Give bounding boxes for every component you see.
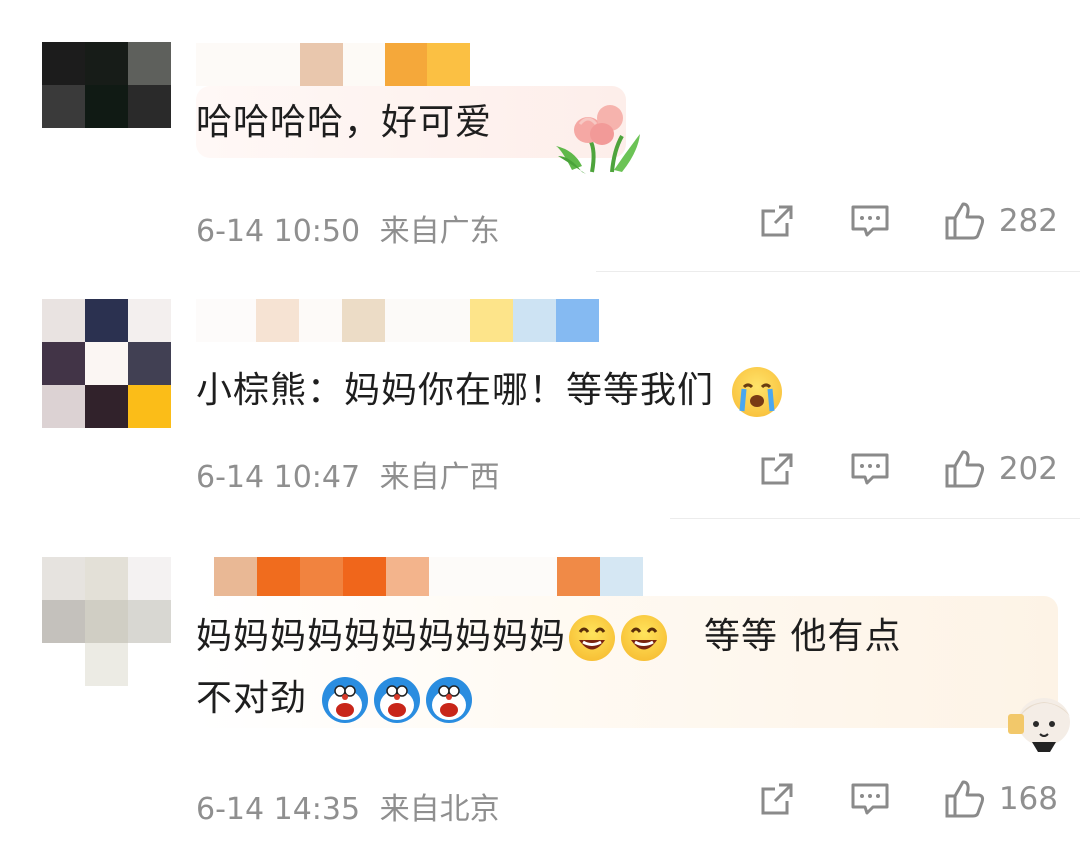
- comment-location: 来自广东: [379, 214, 500, 249]
- comment-icon[interactable]: [849, 779, 891, 819]
- comment-text: 哈哈哈哈，好可爱: [196, 102, 493, 143]
- comment-actions: 168: [757, 778, 1058, 820]
- avatar[interactable]: [42, 299, 171, 428]
- comment-meta: 6-14 10:47 来自广西: [196, 452, 500, 496]
- comment-meta: 6-14 10:50 来自广东: [196, 206, 500, 250]
- repost-icon[interactable]: [757, 779, 797, 819]
- doraemon-icon: [426, 677, 473, 723]
- comment-date: 6-14 10:47: [196, 460, 361, 495]
- comment-date: 6-14 10:50: [196, 214, 361, 249]
- comment-date: 6-14 14:35: [196, 792, 361, 827]
- repost-icon[interactable]: [757, 201, 797, 241]
- divider: [670, 518, 1080, 519]
- username-redacted[interactable]: [196, 43, 470, 86]
- doraemon-icon: [322, 677, 369, 723]
- username-redacted[interactable]: [196, 299, 599, 342]
- thumbs-up-icon[interactable]: [943, 448, 987, 490]
- thumbs-up-icon[interactable]: [943, 778, 987, 820]
- comment-text-tail: 等等 他有点: [704, 616, 902, 657]
- grinning-face-icon: [621, 615, 668, 661]
- comment-text-line-2: 不对劲: [196, 668, 475, 730]
- comment-meta: 6-14 14:35 来自北京: [196, 784, 500, 828]
- thumbs-up-icon[interactable]: [943, 200, 987, 242]
- like-count: 168: [998, 781, 1058, 817]
- like-count: 202: [998, 451, 1058, 487]
- comment-item-3: 妈妈妈妈妈妈妈妈妈妈 等等 他有点 不对劲 6-14 14:35 来自北京 16…: [0, 520, 1080, 847]
- grinning-face-icon: [569, 615, 616, 661]
- comment-actions: 282: [757, 200, 1058, 242]
- comment-item-2: 小棕熊：妈妈你在哪！等等我们 6-14 10:47 来自广西 202: [0, 272, 1080, 520]
- comment-text-content: 小棕熊：妈妈你在哪！等等我们: [196, 370, 715, 411]
- comment-text-content: 不对劲: [196, 678, 308, 719]
- like-count: 282: [998, 203, 1058, 239]
- comment-text: 小棕熊：妈妈你在哪！等等我们: [196, 360, 785, 422]
- comment-text-content: 妈妈妈妈妈妈妈妈妈妈: [196, 616, 567, 657]
- comment-item-1: 哈哈哈哈，好可爱 6-14 10:50 来自广东 282: [0, 0, 1080, 272]
- comment-icon[interactable]: [849, 449, 891, 489]
- tulip-sticker: [552, 100, 644, 176]
- comment-location: 来自广西: [379, 460, 500, 495]
- username-redacted[interactable]: [214, 557, 643, 600]
- doraemon-icon: [374, 677, 421, 723]
- avatar[interactable]: [42, 557, 171, 686]
- anime-girl-sticker: [1004, 686, 1078, 752]
- comment-text-line-1: 妈妈妈妈妈妈妈妈妈妈 等等 他有点: [196, 606, 901, 668]
- comment-location: 来自北京: [379, 792, 500, 827]
- comment-actions: 202: [757, 448, 1058, 490]
- comment-icon[interactable]: [849, 201, 891, 241]
- avatar[interactable]: [42, 42, 171, 128]
- repost-icon[interactable]: [757, 449, 797, 489]
- crying-face-icon: [732, 367, 783, 417]
